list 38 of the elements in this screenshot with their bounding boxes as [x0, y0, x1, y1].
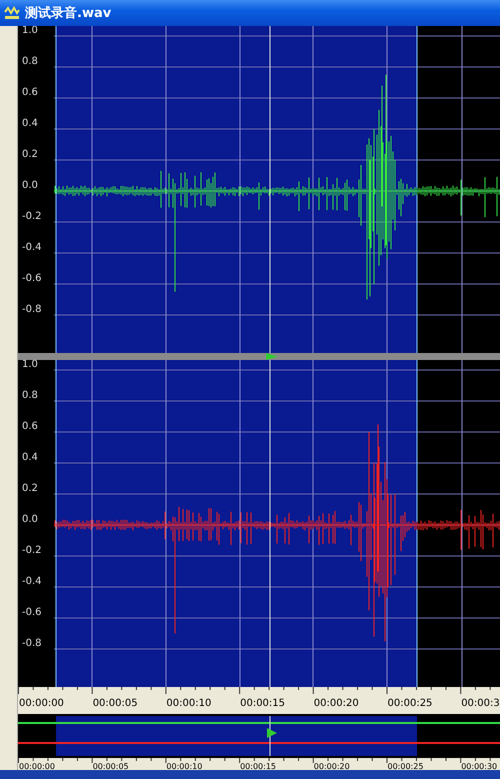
- axis-label: 0.8: [22, 56, 38, 67]
- axis-label: 0.4: [22, 452, 38, 463]
- play-marker-icon[interactable]: [267, 728, 277, 738]
- axis-label: 0.2: [22, 149, 38, 160]
- waveform-icon: [4, 6, 20, 20]
- axis-label: -0.2: [22, 211, 42, 222]
- axis-label: -0.4: [22, 576, 42, 587]
- time-label: 00:00:25: [388, 698, 432, 709]
- overview-panel[interactable]: [18, 714, 500, 758]
- axis-label: 0.2: [22, 483, 38, 494]
- time-label: 00:00:20: [314, 762, 350, 770]
- axis-label: 0.4: [22, 118, 38, 129]
- time-label: 00:00:25: [388, 762, 424, 770]
- axis-label: 0.6: [22, 421, 38, 432]
- axis-label: -0.6: [22, 607, 42, 618]
- axis-label: -0.2: [22, 545, 42, 556]
- time-label: 00:00:15: [240, 762, 276, 770]
- time-label: 00:00:00: [19, 762, 55, 770]
- time-label: 00:00:05: [92, 762, 129, 770]
- axis-label: 0.8: [22, 390, 38, 401]
- time-label: 00:00:10: [166, 698, 212, 709]
- axis-label: -0.4: [22, 242, 42, 253]
- axis-label: -0.8: [22, 638, 42, 649]
- selection-highlight[interactable]: [56, 360, 417, 687]
- time-label: 00:00:3: [461, 698, 500, 709]
- time-label: 00:00:10: [166, 762, 202, 770]
- time-label: 00:00:30: [461, 762, 498, 770]
- time-label: 00:00:15: [240, 698, 286, 709]
- time-label: 00:00:00: [19, 698, 64, 709]
- time-label: 00:00:20: [314, 698, 359, 709]
- selection-highlight[interactable]: [56, 26, 417, 353]
- window-title: 测试录音.wav: [25, 4, 112, 22]
- axis-label: 0.6: [22, 87, 38, 98]
- axis-label: -0.6: [22, 273, 42, 284]
- axis-label: 0.0: [22, 514, 38, 525]
- axis-label: -0.8: [22, 304, 42, 315]
- axis-label: 0.0: [22, 180, 38, 191]
- time-label: 00:00:05: [92, 698, 138, 709]
